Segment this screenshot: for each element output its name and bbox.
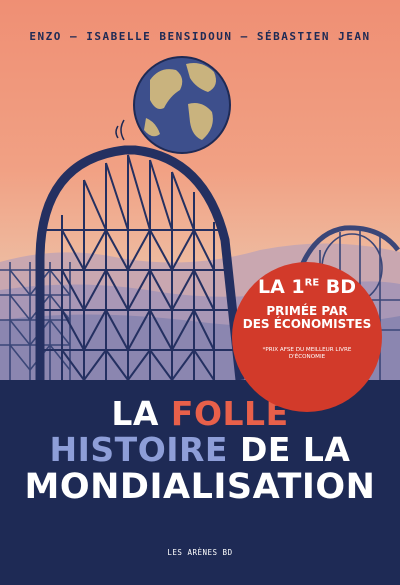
badge-headline: LA 1RE BD bbox=[257, 276, 357, 298]
title-la: LA bbox=[111, 394, 171, 433]
badge-footnote: *PRIX AFSE DU MEILLEUR LIVRE D'ÉCONOMIE bbox=[262, 347, 352, 360]
award-badge: LA 1RE BD PRIMÉE PAR DES ÉCONOMISTES *PRI… bbox=[232, 262, 382, 412]
book-cover: ENZO — ISABELLE BENSIDOUN — SÉBASTIEN JE… bbox=[0, 0, 400, 585]
title-line-3: MONDIALISATION bbox=[24, 467, 376, 507]
globe-icon bbox=[133, 56, 231, 154]
authors-line: ENZO — ISABELLE BENSIDOUN — SÉBASTIEN JE… bbox=[29, 30, 371, 43]
motion-lines bbox=[115, 119, 125, 141]
title-histoire: HISTOIRE bbox=[49, 430, 228, 469]
publisher-label: LES ARÈNES BD bbox=[167, 548, 233, 557]
title-de-la: DE LA bbox=[227, 430, 351, 469]
badge-subtitle: PRIMÉE PAR DES ÉCONOMISTES bbox=[242, 304, 372, 331]
title-line-2: HISTOIRE DE LA bbox=[0, 430, 400, 469]
